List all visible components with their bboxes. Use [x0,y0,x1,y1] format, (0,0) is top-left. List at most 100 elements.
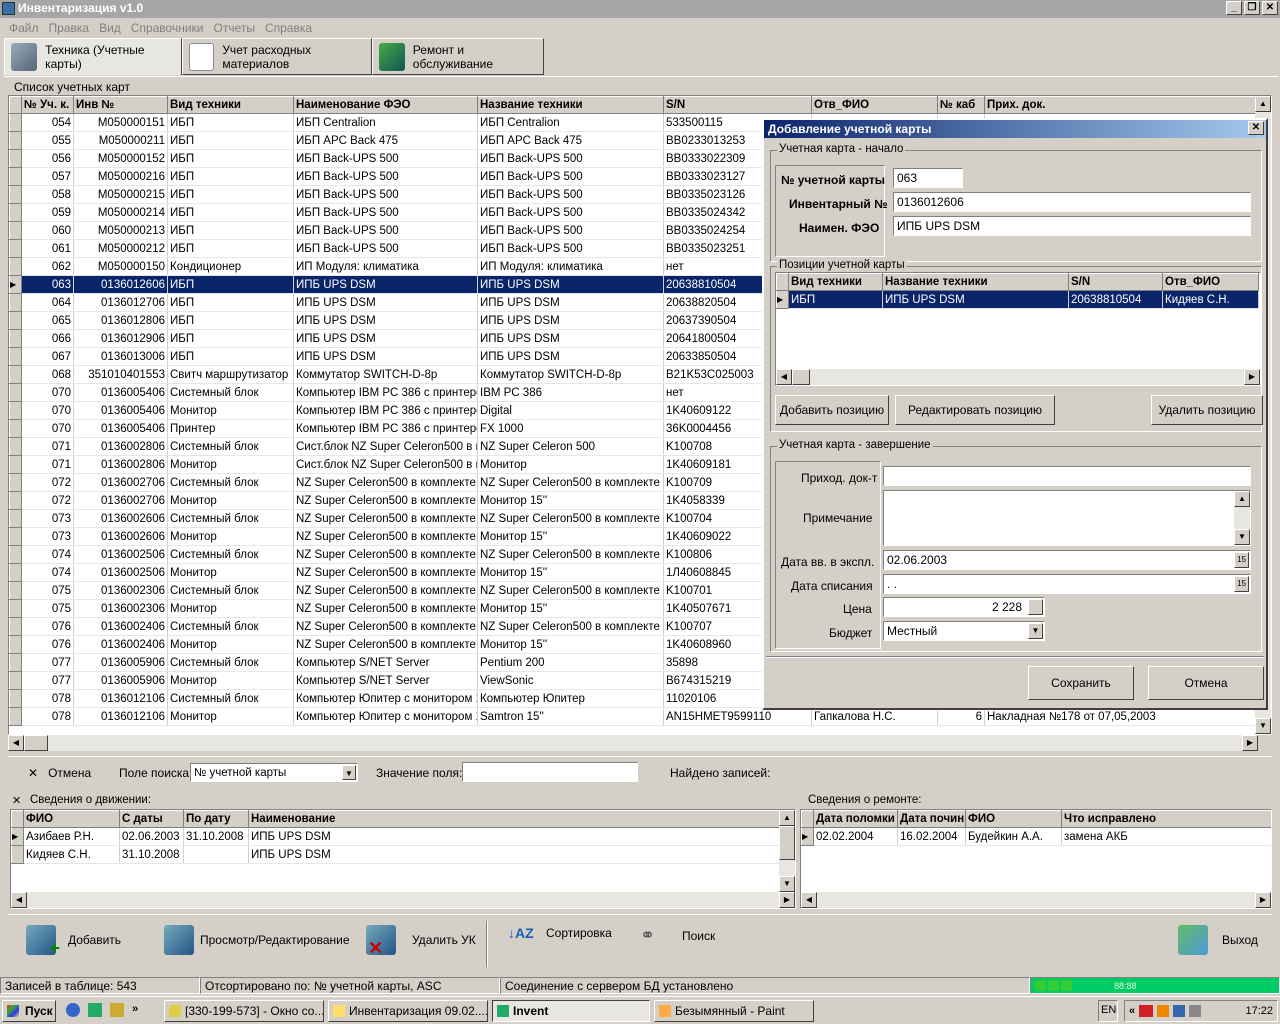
movement-horizontal-scrollbar[interactable]: ◀ ▶ [11,892,795,908]
tab-equipment[interactable]: Техника (Учетные карты) [4,38,182,75]
position-row[interactable]: ▶ ИБП ИПБ UPS DSM 20638810504 Кидяев С.Н. [776,290,1259,309]
media-player-bar[interactable]: 88:88 [1030,977,1280,994]
book-icon[interactable] [88,1003,102,1017]
card-cell: ИБП [167,275,294,294]
taskbar-item-invent[interactable]: Invent [492,1000,650,1022]
cancel-button[interactable]: Отмена [1148,666,1264,700]
stop-icon[interactable] [1061,980,1072,991]
menu-reports[interactable]: Отчеты [208,19,259,37]
movement-row[interactable]: ▶ Азибаев Р.Н. 02.06.2003 31.10.2008 ИПБ UPS… [11,827,782,846]
menu-edit[interactable]: Правка [44,19,95,37]
chevron-down-icon[interactable]: ▼ [1028,623,1043,639]
movement-close-icon[interactable]: ✕ [12,794,21,807]
write-off-date-input[interactable]: . . 15 [883,574,1251,594]
language-indicator[interactable]: EN [1098,1000,1118,1022]
card-col-header[interactable]: Отв_ФИО [811,96,938,114]
repair-grid[interactable]: Дата поломкиДата починкиФИОЧто исправлен… [800,809,1272,909]
taskbar-item-paint[interactable]: Безымянный - Paint [654,1000,814,1022]
save-button[interactable]: Сохранить [1028,666,1134,700]
movement-vertical-scrollbar[interactable]: ▲ ▼ [779,810,795,892]
card-row[interactable]: 078 0136012106 Монитор Компьютер Юпитер с м… [9,707,1260,726]
card-number-input[interactable]: 063 [893,168,963,188]
network-icon[interactable] [1173,1005,1186,1017]
note-textarea[interactable]: ▲ ▼ [883,490,1251,546]
positions-horizontal-scrollbar[interactable]: ◀ ▶ [776,369,1260,385]
add-position-button[interactable]: Добавить позицию [775,395,889,425]
movement-col-header[interactable]: ФИО [23,810,120,828]
positions-grid[interactable]: Вид техники Название техники S/N Отв_ФИО ▶ ИБ… [775,272,1261,386]
movement-col-header[interactable]: Наименование [248,810,782,828]
position-col-header[interactable]: Вид техники [788,273,883,291]
scroll-down-arrow[interactable]: ▼ [1255,718,1271,734]
menu-help[interactable]: Справка [260,19,317,37]
antivirus-icon[interactable] [1139,1005,1154,1017]
card-col-header[interactable]: S/N [663,96,812,114]
pen-icon[interactable] [110,1003,124,1017]
calculator-icon[interactable] [1028,599,1043,615]
card-col-header[interactable]: № каб [937,96,985,114]
edit-position-button[interactable]: Редактировать позицию [895,395,1055,425]
date-in-service-input[interactable]: 02.06.2003 15 [883,550,1251,570]
scroll-thumb[interactable] [24,735,48,751]
income-doc-input[interactable] [883,466,1251,486]
tab-repair[interactable]: Ремонт и обслуживание [372,38,544,75]
repair-row[interactable]: ▶ 02.02.2004 16.02.2004 Будейкин А.А. замена… [801,827,1271,846]
scroll-up-arrow[interactable]: ▲ [1255,96,1271,112]
media-icon[interactable] [1157,1005,1170,1017]
card-col-header[interactable]: Вид техники [167,96,294,114]
exit-button[interactable]: Выход [1178,925,1258,955]
card-col-header[interactable]: Название техники [477,96,664,114]
maximize-button[interactable]: ❐ [1244,1,1260,15]
view-edit-button[interactable]: Просмотр/Редактирование [164,925,350,955]
menu-view[interactable]: Вид [94,19,126,37]
card-col-header[interactable]: Инв № [73,96,168,114]
calendar-icon[interactable]: 15 [1234,576,1249,592]
minimize-button[interactable]: _ [1226,1,1242,15]
repair-col-header[interactable]: Дата починки [897,810,966,828]
pause-icon[interactable] [1048,980,1059,991]
ie-icon[interactable] [66,1003,80,1017]
position-col-header[interactable]: Отв_ФИО [1162,273,1259,291]
scroll-left-arrow[interactable]: ◀ [8,735,24,751]
repair-col-header[interactable]: Что исправлено [1061,810,1271,828]
card-col-header[interactable]: Прих. док. [984,96,1260,114]
sort-button[interactable]: ↓AZ Сортировка [508,925,612,941]
feo-name-input[interactable]: ИПБ UPS DSM [893,216,1251,236]
taskbar-item-remote[interactable]: [330-199-573] - Окно со... [164,1000,324,1022]
start-button[interactable]: Пуск [2,1000,56,1022]
delete-card-button[interactable]: ✕ Удалить УК [366,925,476,958]
movement-grid[interactable]: ФИО С даты По дату Наименование ▶ Азибаев Р.Н… [10,809,796,909]
scroll-right-arrow[interactable]: ▶ [1242,735,1258,751]
play-icon[interactable] [1035,980,1046,991]
more-chevron-icon[interactable]: » [132,1003,138,1017]
repair-horizontal-scrollbar[interactable]: ◀ ▶ [801,892,1271,908]
calendar-icon[interactable]: 15 [1234,552,1249,568]
search-cancel-button[interactable]: ✕ Отмена [28,766,91,780]
card-col-header[interactable]: Наименование ФЭО [293,96,478,114]
search-value-input[interactable] [462,762,638,782]
search-button[interactable]: ⚭ Поиск [640,925,715,946]
delete-position-button[interactable]: Удалить позицию [1151,395,1263,425]
taskbar-item-folder[interactable]: Инвентаризация 09.02.... [328,1000,488,1022]
repair-col-header[interactable]: Дата поломки [813,810,898,828]
position-col-header[interactable]: Название техники [882,273,1069,291]
tab-consumables[interactable]: Учет расходных материалов [182,38,372,75]
menu-file[interactable]: Файл [4,19,44,37]
movement-col-header[interactable]: По дату [183,810,249,828]
list-horizontal-scrollbar[interactable]: ◀ ▶ [8,735,1258,751]
tray-expand-icon[interactable]: « [1129,1005,1135,1017]
search-field-select[interactable]: № учетной карты ▼ [190,763,358,782]
budget-select[interactable]: Местный ▼ [883,621,1045,641]
add-button[interactable]: + Добавить [26,925,121,958]
dialog-close-button[interactable]: ✕ [1248,121,1264,135]
movement-col-header[interactable]: С даты [119,810,184,828]
inventory-number-input[interactable]: 0136012606 [893,192,1251,212]
price-input[interactable]: 2 228 [883,597,1045,617]
repair-col-header[interactable]: ФИО [965,810,1062,828]
movement-row[interactable]: Кидяев С.Н. 31.10.2008 ИПБ UPS DSM [11,845,782,864]
card-col-header[interactable]: № Уч. к. [21,96,74,114]
position-col-header[interactable]: S/N [1068,273,1163,291]
volume-icon[interactable] [1189,1005,1202,1017]
menu-references[interactable]: Справочники [126,19,209,37]
close-button[interactable]: ✕ [1262,1,1278,15]
